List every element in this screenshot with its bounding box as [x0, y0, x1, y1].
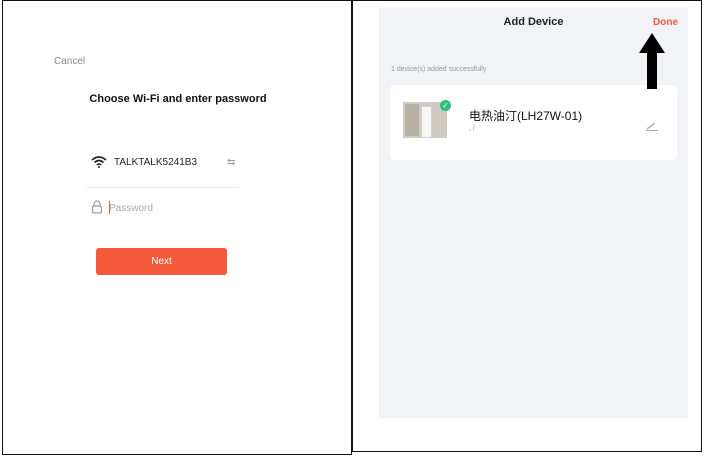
wifi-icon: [91, 155, 107, 173]
check-icon: ✓: [440, 100, 451, 111]
password-input[interactable]: [109, 200, 229, 216]
wifi-name: TALKTALK5241B3: [114, 157, 198, 168]
wifi-setup-screen: Cancel Choose Wi-Fi and enter password T…: [2, 0, 352, 455]
page-title: Choose Wi-Fi and enter password: [89, 93, 267, 105]
lock-icon: [91, 200, 103, 219]
password-field[interactable]: [87, 198, 239, 222]
page-title: Add Device: [503, 16, 564, 28]
done-button[interactable]: Done: [653, 17, 678, 28]
cancel-button[interactable]: Cancel: [54, 56, 85, 67]
arrow-up-icon: [637, 31, 667, 96]
device-card[interactable]: ✓ 电热油汀(LH27W-01) , /: [390, 85, 677, 160]
edit-icon[interactable]: [645, 118, 659, 136]
text-cursor: [109, 201, 110, 214]
add-device-screen: Add Device Done 1 device(s) added succes…: [352, 0, 702, 452]
status-message: 1 device(s) added successfully: [391, 66, 487, 73]
next-button[interactable]: Next: [96, 248, 227, 275]
device-name: 电热油汀(LH27W-01): [469, 109, 583, 123]
wifi-selector[interactable]: TALKTALK5241B3 ⇆: [87, 151, 239, 188]
device-subtitle: , /: [469, 125, 475, 132]
swap-icon[interactable]: ⇆: [227, 157, 235, 168]
